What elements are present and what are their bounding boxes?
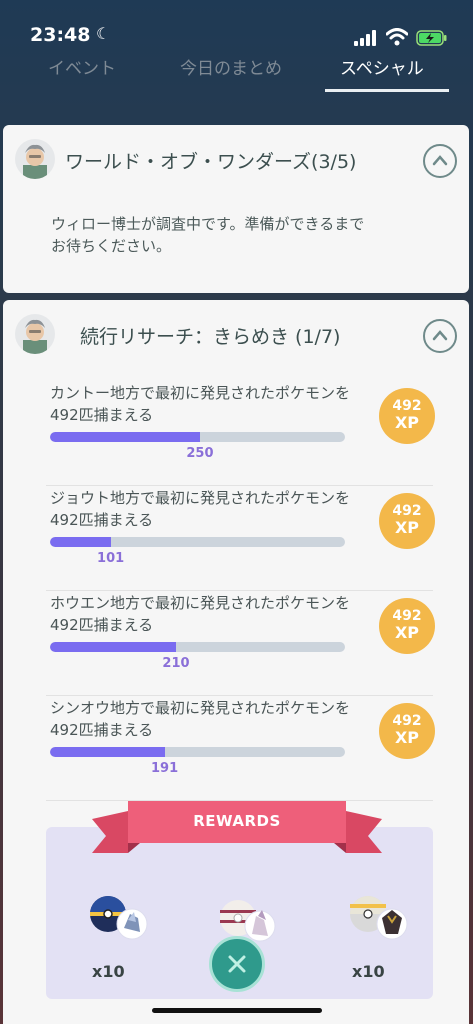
- reward-quantity: x10: [92, 962, 125, 981]
- research-title: ワールド・オブ・ワンダーズ(3/5): [65, 151, 357, 173]
- task-description: カントー地方で最初に発見されたポケモンを492匹捕まえる: [50, 384, 351, 424]
- close-icon: [228, 955, 246, 973]
- reward-great-ball-giratina[interactable]: [348, 892, 410, 942]
- task-progress-count: 250: [186, 446, 214, 461]
- task-progress-fill: [50, 747, 165, 757]
- great-ball-with-giratina-icon: [350, 896, 408, 940]
- tab-bar: イベント 今日のまとめ スペシャル: [0, 52, 473, 92]
- task-progress-bar: [50, 747, 345, 757]
- professor-willow-avatar: [15, 314, 55, 354]
- research-title: 続行リサーチ：きらめき (1/7): [80, 326, 341, 348]
- xp-amount: 492: [392, 398, 422, 414]
- professor-willow-avatar: [15, 139, 55, 179]
- xp-reward-badge: 492 XP: [379, 598, 435, 654]
- moon-icon: ☾: [96, 24, 111, 43]
- reward-ultra-ball-dialga[interactable]: [88, 892, 150, 942]
- close-button[interactable]: [209, 936, 265, 992]
- task-progress-bar: [50, 432, 345, 442]
- research-card-world-of-wonders: ワールド・オブ・ワンダーズ(3/5) ウィロー博士が調査中です。準備ができるまで…: [3, 125, 469, 293]
- task-description: ジョウト地方で最初に発見されたポケモンを492匹捕まえる: [50, 489, 351, 529]
- task-progress-fill: [50, 432, 200, 442]
- task-progress-fill: [50, 642, 176, 652]
- xp-unit: XP: [394, 728, 420, 747]
- xp-reward-badge: 492 XP: [379, 703, 435, 759]
- wifi-icon: [386, 28, 408, 46]
- xp-amount: 492: [392, 713, 422, 729]
- chevron-up-icon: [432, 155, 448, 166]
- status-bar: 23:48 ☾: [0, 0, 473, 52]
- task-progress-bar: [50, 537, 345, 547]
- research-task: ホウエン地方で最初に発見されたポケモンを492匹捕まえる 210 492 XP: [46, 592, 435, 696]
- research-task: カントー地方で最初に発見されたポケモンを492匹捕まえる 250 492 XP: [46, 382, 435, 486]
- task-progress-count: 191: [151, 761, 179, 776]
- status-time: 23:48: [30, 24, 91, 46]
- xp-unit: XP: [394, 413, 420, 432]
- task-description: シンオウ地方で最初に発見されたポケモンを492匹捕まえる: [50, 699, 351, 739]
- task-progress-count: 101: [97, 551, 125, 566]
- battery-charging-icon: [416, 30, 447, 46]
- collapse-button[interactable]: [423, 319, 457, 353]
- xp-unit: XP: [394, 518, 420, 537]
- rewards-label: REWARDS: [193, 812, 281, 830]
- active-tab-indicator: [325, 89, 449, 92]
- tab-events[interactable]: イベント: [48, 54, 116, 79]
- chevron-up-icon: [432, 330, 448, 341]
- xp-amount: 492: [392, 503, 422, 519]
- reward-quantity: x10: [352, 962, 385, 981]
- ultra-ball-with-dialga-icon: [90, 896, 148, 940]
- cellular-signal-icon: [354, 30, 376, 46]
- tab-special[interactable]: スペシャル: [340, 54, 424, 79]
- research-status-message: ウィロー博士が調査中です。準備ができるまでお待ちください。: [51, 215, 365, 255]
- research-task: シンオウ地方で最初に発見されたポケモンを492匹捕まえる 191 492 XP: [46, 697, 435, 801]
- xp-unit: XP: [394, 623, 420, 642]
- task-progress-count: 210: [162, 656, 190, 671]
- task-description: ホウエン地方で最初に発見されたポケモンを492匹捕まえる: [50, 594, 351, 634]
- task-progress-bar: [50, 642, 345, 652]
- home-indicator[interactable]: [152, 1008, 322, 1013]
- tab-today-summary[interactable]: 今日のまとめ: [180, 54, 282, 79]
- research-task: ジョウト地方で最初に発見されたポケモンを492匹捕まえる 101 492 XP: [46, 487, 435, 591]
- collapse-button[interactable]: [423, 144, 457, 178]
- xp-reward-badge: 492 XP: [379, 493, 435, 549]
- xp-reward-badge: 492 XP: [379, 388, 435, 444]
- task-progress-fill: [50, 537, 111, 547]
- xp-amount: 492: [392, 608, 422, 624]
